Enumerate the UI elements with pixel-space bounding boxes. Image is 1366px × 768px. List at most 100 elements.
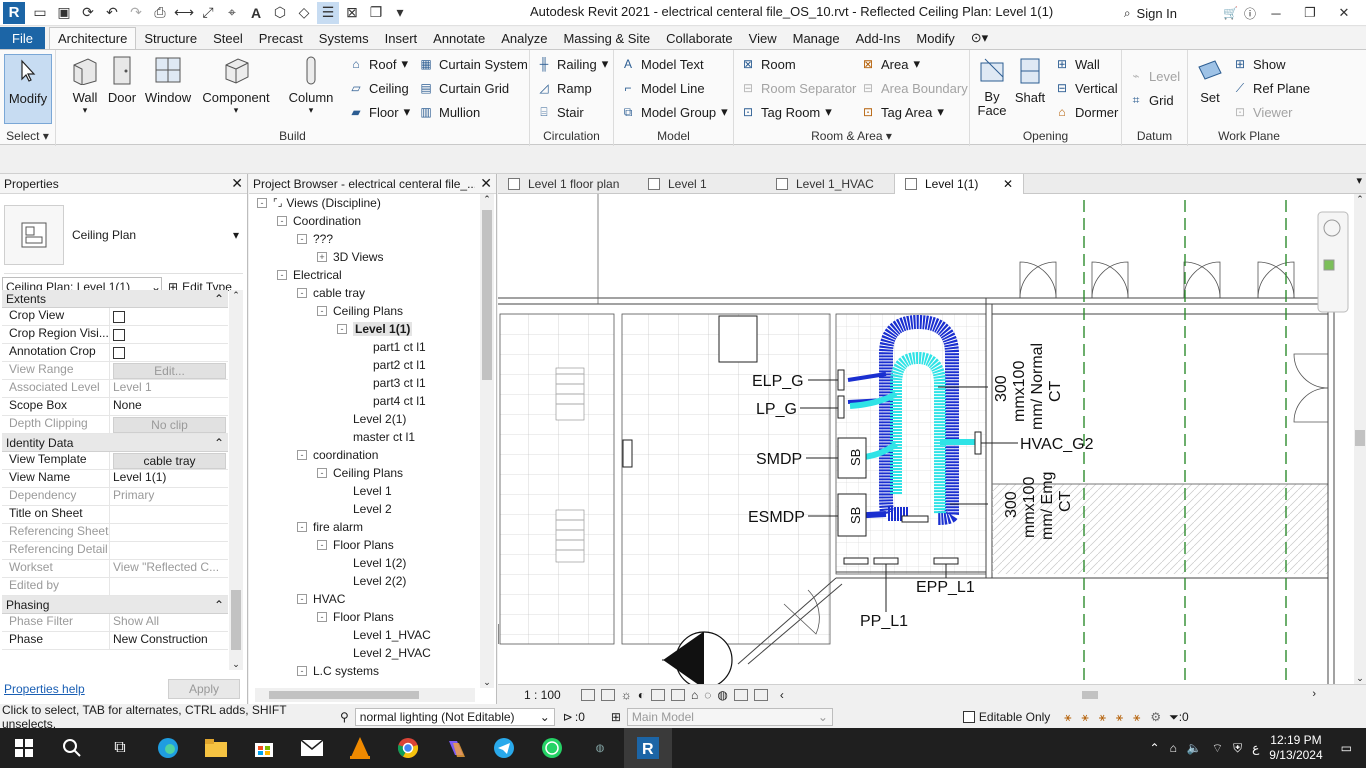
edge-icon[interactable]	[144, 728, 192, 768]
task-view-icon[interactable]: ⧉	[96, 728, 144, 768]
vlc-icon[interactable]	[336, 728, 384, 768]
browser-node[interactable]: +3D Views	[253, 248, 481, 266]
collapse-icon[interactable]: -	[317, 468, 327, 478]
browser-node[interactable]: - Ceiling Plans	[253, 464, 481, 482]
undo-icon[interactable]: ↶	[101, 2, 123, 24]
browser-node[interactable]: - Electrical	[253, 266, 481, 284]
collapse-icon[interactable]: -	[337, 324, 347, 334]
windows-start-icon[interactable]	[0, 728, 48, 768]
taskbar-clock[interactable]: 12:19 PM 9/13/2024	[1269, 733, 1322, 763]
tab-add-ins[interactable]: Add-Ins	[848, 27, 909, 49]
close-properties-icon[interactable]: ✕	[231, 175, 243, 192]
tab-analyze[interactable]: Analyze	[493, 27, 555, 49]
detail-level-icon[interactable]	[580, 688, 595, 701]
tab-systems[interactable]: Systems	[311, 27, 377, 49]
section-extents[interactable]: Extents ⌃	[2, 290, 228, 308]
volume-icon[interactable]: 🔈	[1187, 741, 1202, 755]
active-workset-select[interactable]: normal lighting (Not Editable) ⌄	[354, 708, 555, 726]
browser-node[interactable]: Level 1_HVAC	[253, 626, 481, 644]
browser-node[interactable]: part3 ct l1	[253, 374, 481, 392]
view-range-edit-button[interactable]: Edit...	[113, 363, 226, 379]
properties-scrollbar[interactable]: ⌃ ⌄	[229, 290, 243, 670]
restore-button[interactable]: ❐	[1296, 2, 1324, 24]
copilot-icon[interactable]	[432, 728, 480, 768]
tab-structure[interactable]: Structure	[136, 27, 205, 49]
mullion-button[interactable]: ▥ Mullion	[418, 102, 480, 122]
apply-button[interactable]: Apply	[168, 679, 240, 699]
collapse-icon[interactable]: -	[277, 216, 287, 226]
browser-node[interactable]: Level 1(2)	[253, 554, 481, 572]
model-line-button[interactable]: ⌐ Model Line	[620, 78, 704, 98]
tab-level-1-hvac[interactable]: Level 1_HVAC	[766, 174, 894, 194]
tab-manage[interactable]: Manage	[785, 27, 848, 49]
browser-node[interactable]: Level 2(2)	[253, 572, 481, 590]
collapse-icon[interactable]: -	[297, 450, 307, 460]
whatsapp-icon[interactable]	[528, 728, 576, 768]
collapse-icon[interactable]: -	[317, 540, 327, 550]
browser-node[interactable]: -???	[253, 230, 481, 248]
select-underlay-icon[interactable]: ⚹	[1082, 710, 1089, 725]
collapse-icon[interactable]: -	[297, 522, 307, 532]
tab-file[interactable]: File	[0, 27, 45, 49]
crop-region-checkbox[interactable]	[113, 329, 125, 341]
scope-box-value[interactable]: None	[110, 398, 228, 415]
canvas-vscrollbar[interactable]: ⌃ ⌄	[1354, 194, 1366, 684]
room-area-panel-label[interactable]: Room & Area ▾	[734, 129, 969, 143]
shadows-icon[interactable]: ◐	[638, 688, 645, 702]
viewer-button[interactable]: ⊡ Viewer	[1232, 102, 1293, 122]
browser-node[interactable]: Level 2	[253, 500, 481, 518]
browser-node[interactable]: - Floor Plans	[253, 536, 481, 554]
title-on-sheet-field[interactable]	[110, 506, 228, 523]
view-name-field[interactable]: Level 1(1)	[110, 470, 228, 487]
ramp-button[interactable]: ◿ Ramp	[536, 78, 591, 98]
section-phasing[interactable]: Phasing ⌃	[2, 596, 228, 614]
grid-button[interactable]: ⌗ Grid	[1128, 90, 1174, 110]
ribbon-minimize-toggle[interactable]: ⊙▾	[963, 27, 996, 49]
security-icon[interactable]: ⛨	[1233, 741, 1242, 756]
select-links-icon[interactable]: ⚹	[1064, 710, 1071, 725]
show-crop-region-icon[interactable]	[670, 688, 685, 701]
tab-precast[interactable]: Precast	[251, 27, 311, 49]
canvas-hscrollbar[interactable]: ›	[1082, 688, 1318, 702]
browser-node[interactable]: - ⌜⌟ Views (Discipline)	[253, 194, 481, 212]
type-dropdown-icon[interactable]: ▾	[233, 228, 239, 242]
filter-funnel-icon[interactable]: ⏷	[1169, 710, 1179, 725]
railing-button[interactable]: ╫ Railing ▾	[536, 54, 609, 74]
print-icon[interactable]: ⎙	[149, 2, 171, 24]
minimize-button[interactable]: ─	[1262, 2, 1290, 24]
worksharing-display-icon[interactable]	[733, 688, 748, 701]
tab-level-1[interactable]: Level 1	[638, 174, 766, 194]
3d-view-icon[interactable]: ⬡	[269, 2, 291, 24]
level-button[interactable]: ⌁ Level	[1128, 66, 1180, 86]
store-icon[interactable]	[240, 728, 288, 768]
revit-logo[interactable]: R	[3, 1, 25, 24]
show-work-plane-button[interactable]: ⊞ Show	[1232, 54, 1286, 74]
collapse-icon[interactable]: -	[297, 666, 307, 676]
tag-icon[interactable]: ⌖	[221, 2, 243, 24]
temp-hide-icon[interactable]: ◌	[704, 688, 711, 702]
language-indicator[interactable]: ع	[1252, 741, 1259, 755]
tab-insert[interactable]: Insert	[377, 27, 426, 49]
select-by-face-icon[interactable]: ⚹	[1116, 710, 1123, 725]
ceiling-plan-drawing[interactable]: ELP_G LP_G SMDP ESMDP HVAC_G2 EPP_L1 PP_…	[498, 194, 1354, 684]
shaft-button[interactable]: Shaft	[1010, 54, 1050, 120]
browser-node[interactable]: - L.C systems	[253, 662, 481, 680]
browser-node[interactable]: Level 2(1)	[253, 410, 481, 428]
section-identity-data[interactable]: Identity Data ⌃	[2, 434, 228, 452]
roof-button[interactable]: ⌂ Roof ▾	[348, 54, 408, 74]
browser-node[interactable]: - Coordination	[253, 212, 481, 230]
zoom-icon[interactable]	[1323, 259, 1335, 271]
modify-button[interactable]: Modify	[4, 54, 52, 124]
browser-node[interactable]: - fire alarm	[253, 518, 481, 536]
telegram-icon[interactable]	[480, 728, 528, 768]
design-options-icon[interactable]: ⊞	[611, 710, 621, 724]
thin-lines-icon[interactable]: ☰	[317, 1, 339, 24]
browser-hscrollbar[interactable]	[255, 688, 475, 702]
tab-overflow-icon[interactable]: ▾	[1356, 174, 1366, 193]
close-window-button[interactable]: ✕	[1330, 2, 1358, 24]
column-button[interactable]: Column ▾	[286, 54, 336, 120]
model-text-button[interactable]: A Model Text	[620, 54, 704, 74]
view-template-button[interactable]: cable tray	[113, 453, 226, 469]
redo-icon[interactable]: ↷	[125, 2, 147, 24]
collapse-icon[interactable]: -	[297, 594, 307, 604]
